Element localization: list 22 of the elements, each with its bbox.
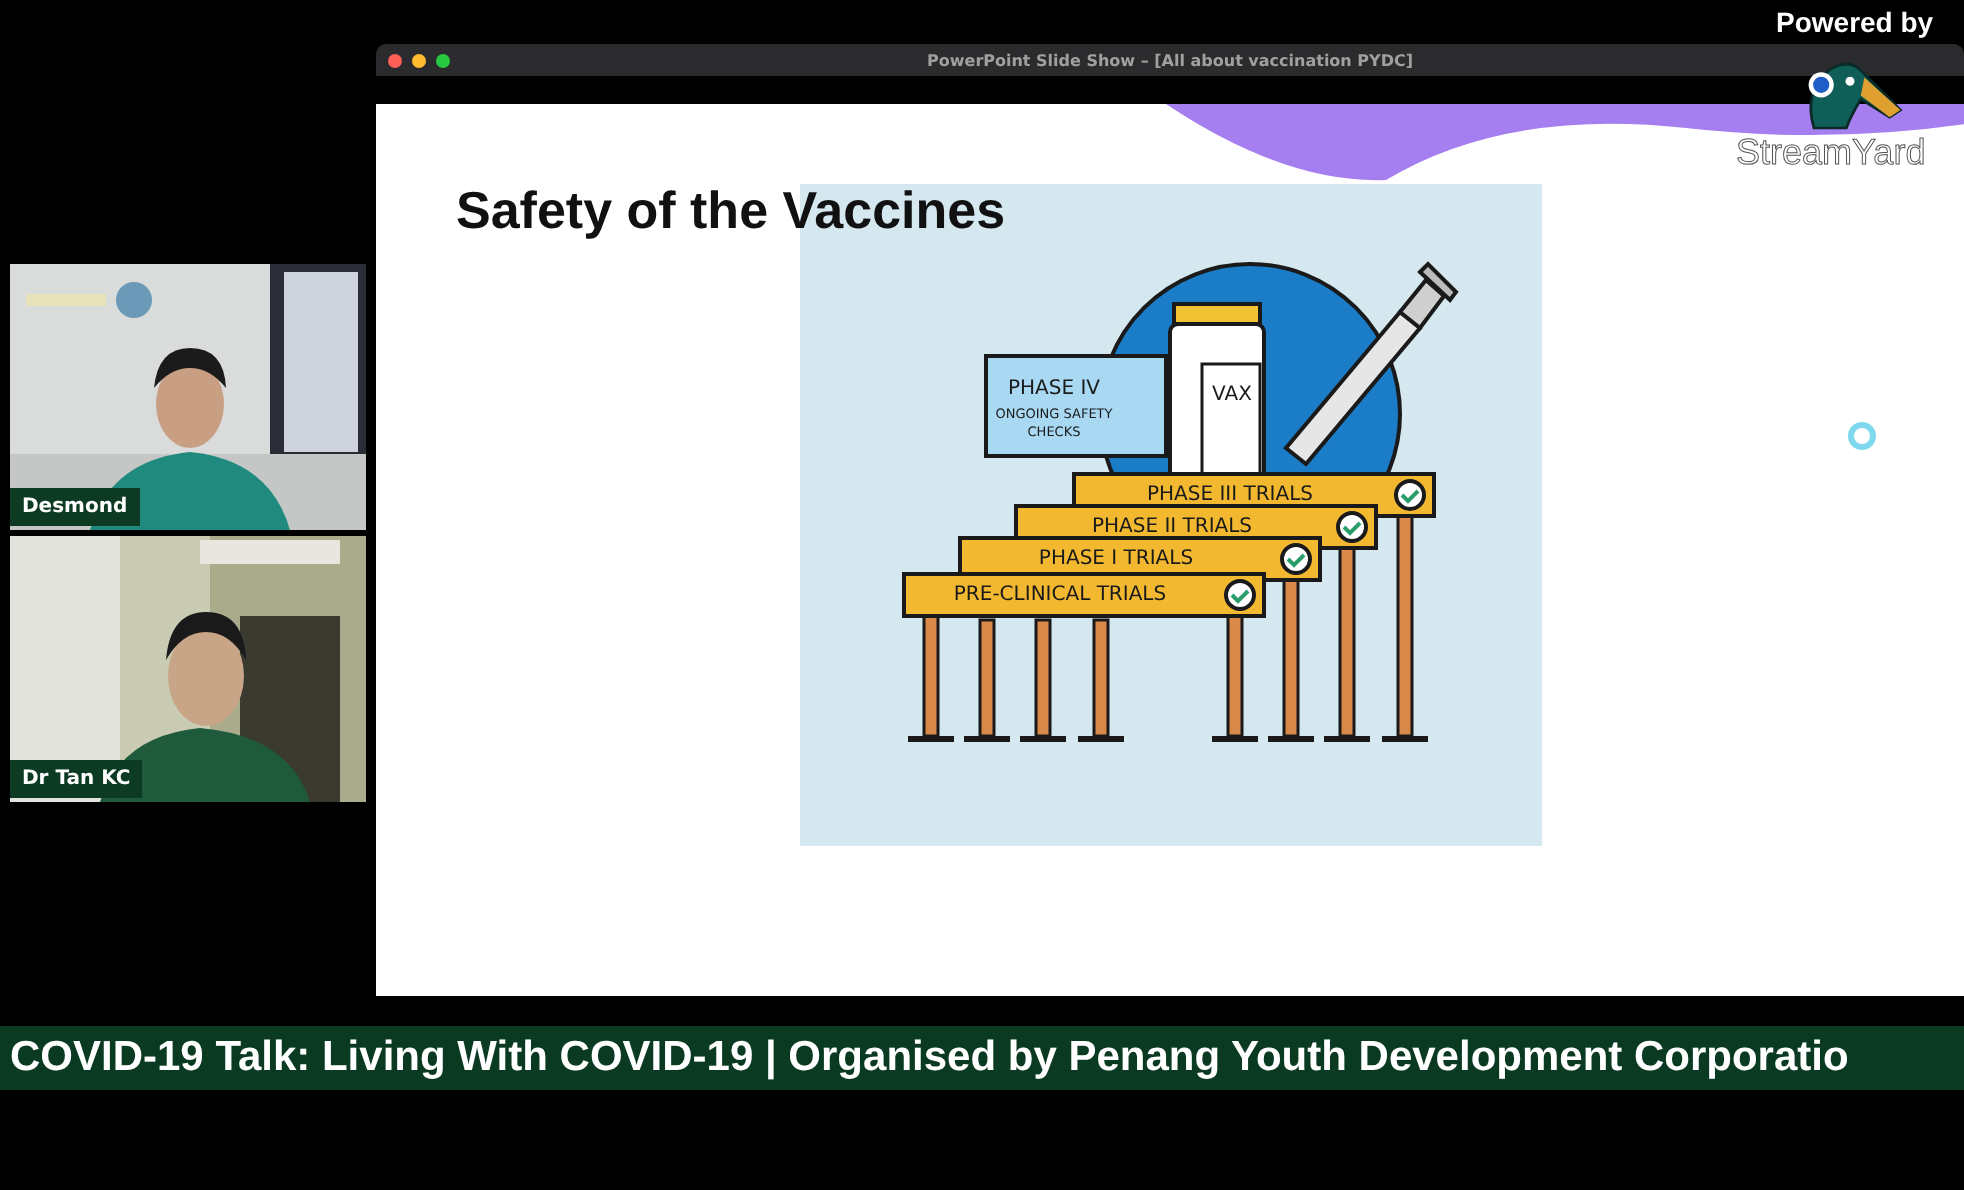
sign-post: [1212, 614, 1258, 742]
window-title: PowerPoint Slide Show – [All about vaccination PYDC]: [927, 51, 1413, 69]
pointer-icon: [1846, 420, 1878, 452]
sign-label: PRE-CLINICAL TRIALS: [953, 584, 1167, 606]
sign-post: [1078, 618, 1124, 742]
maximize-button[interactable]: [436, 53, 450, 67]
slide-title: Safety of the Vaccines: [456, 180, 1006, 242]
sign-title: PHASE IV: [1007, 378, 1101, 400]
vial-label: VAX: [1212, 384, 1252, 406]
sign-label: PHASE II TRIALS: [1091, 516, 1253, 538]
banner-text: COVID-19 Talk: Living With COVID-19 | Organised by Penang Youth Development Corporatio: [10, 1034, 1849, 1082]
participant-name: Dr Tan KC: [10, 760, 143, 798]
powered-by-label: Powered by: [1776, 6, 1934, 38]
close-button[interactable]: [388, 53, 402, 67]
logo-text: StreamYard: [1736, 132, 1926, 174]
sign-label: PHASE I TRIALS: [1038, 548, 1194, 570]
sign-post: [964, 618, 1010, 742]
sign-label: PHASE III TRIALS: [1146, 484, 1314, 506]
sign-post: [908, 614, 954, 742]
minimize-button[interactable]: [412, 53, 426, 67]
participant-name: Desmond: [10, 488, 140, 526]
sign-post: [1020, 618, 1066, 742]
